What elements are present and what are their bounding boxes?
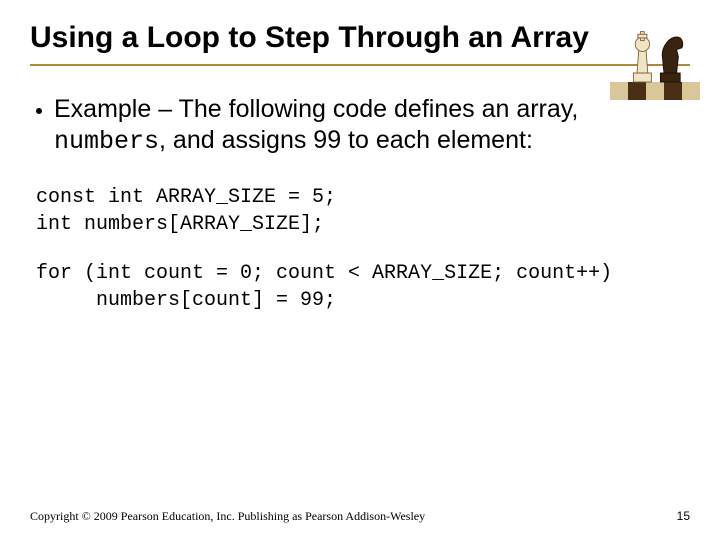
code-block-2: for (int count = 0; count < ARRAY_SIZE; … [36, 260, 690, 314]
slide-title: Using a Loop to Step Through an Array [30, 20, 690, 56]
bullet-dot-icon [36, 108, 42, 114]
footer: Copyright © 2009 Pearson Education, Inc.… [30, 509, 690, 524]
title-underline [30, 64, 690, 66]
bullet-suffix: , and assigns 99 to each element: [159, 126, 533, 154]
bullet-mono: numbers [54, 127, 159, 156]
slide: Using a Loop to Step Through an Array [0, 0, 720, 540]
title-area: Using a Loop to Step Through an Array [30, 20, 690, 66]
bullet-item: Example – The following code defines an … [30, 94, 690, 158]
code-block-1: const int ARRAY_SIZE = 5; int numbers[AR… [36, 184, 690, 238]
bullet-prefix: Example – The following code defines an … [54, 95, 578, 123]
chess-icon [610, 10, 700, 100]
page-number: 15 [677, 509, 690, 523]
bullet-text: Example – The following code defines an … [54, 94, 684, 158]
copyright-text: Copyright © 2009 Pearson Education, Inc.… [30, 509, 425, 524]
